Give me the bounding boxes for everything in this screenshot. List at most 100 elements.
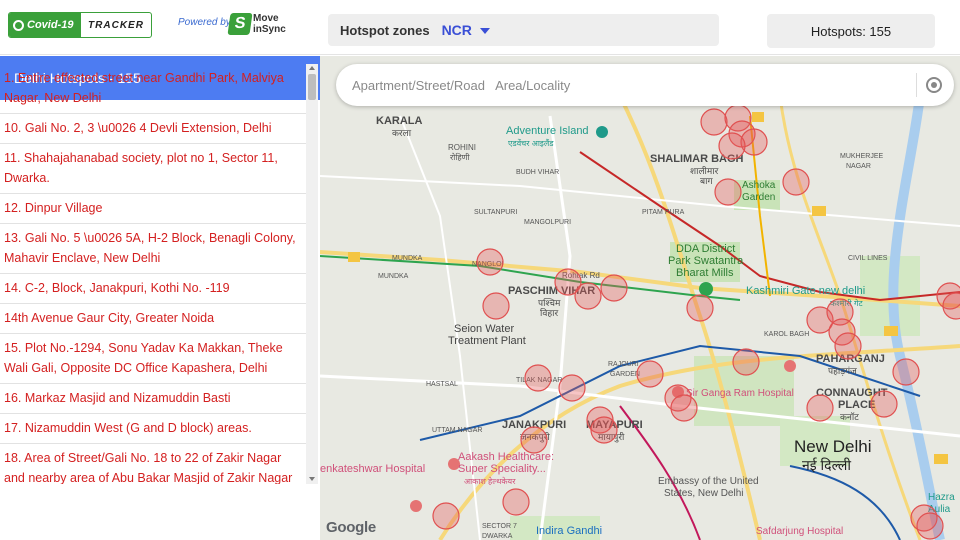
- hotspot-zones-select[interactable]: Hotspot zones NCR: [328, 14, 719, 46]
- highway-44-shield: [884, 326, 898, 336]
- app-window: Covid-19 TRACKER Powered by S Move inSyn…: [0, 0, 960, 540]
- map-place-label: शालीमार: [690, 165, 719, 176]
- map-canvas[interactable]: KARALAकरला Adventure Islandएडवेंचर आइलैंड…: [320, 56, 960, 540]
- hotspot-circle[interactable]: [558, 374, 586, 402]
- hotspot-zones-label: Hotspot zones: [340, 22, 430, 38]
- hotspot-circle[interactable]: [590, 416, 618, 444]
- map-place-label: CIVIL LINES: [848, 255, 888, 262]
- map-place-label: विहार: [540, 307, 558, 318]
- map-place-label: Kashmiri Gate new delhi: [746, 285, 865, 297]
- hotspot-circle[interactable]: [600, 274, 628, 302]
- hotspot-circle[interactable]: [834, 332, 862, 360]
- map-place-label: New Delhi: [794, 437, 871, 456]
- list-scrollbar[interactable]: [306, 64, 318, 484]
- map-place-label: बाग: [700, 176, 713, 186]
- hotspot-list-item[interactable]: 16. Markaz Masjid and Nizamuddin Basti: [0, 384, 306, 414]
- scroll-thumb[interactable]: [308, 74, 316, 100]
- scroll-up-arrow-icon[interactable]: [309, 66, 315, 70]
- map-place-label: HASTSAL: [426, 381, 458, 388]
- map-place-label: Seion Water: [454, 323, 514, 335]
- highway-44-shield: [812, 206, 826, 216]
- highway-9-shield: [348, 252, 360, 262]
- hotspot-circle[interactable]: [476, 248, 504, 276]
- hotspot-circle[interactable]: [520, 426, 548, 454]
- hotspot-circle[interactable]: [686, 294, 714, 322]
- logo-right-text: TRACKER: [88, 19, 144, 31]
- hotspot-list-item[interactable]: 15. Plot No.-1294, Sonu Yadav Ka Makkan,…: [0, 334, 306, 384]
- moveinsync-text: Move inSync: [253, 13, 286, 35]
- map-place-label: पहाड़गंज: [828, 366, 857, 376]
- map-place-label: रोहिणी: [450, 152, 470, 162]
- map-place-label: RAJOURI: [608, 361, 639, 368]
- map-place-label: SECTOR 7: [482, 523, 517, 530]
- caret-down-icon[interactable]: [479, 28, 490, 34]
- brand-line-2: inSync: [253, 24, 286, 35]
- hotspot-circle[interactable]: [574, 282, 602, 310]
- hotspot-circle[interactable]: [916, 512, 944, 540]
- hotspot-circle[interactable]: [806, 394, 834, 422]
- map-place-label: enkateshwar Hospital: [320, 463, 425, 475]
- covid-tracker-logo[interactable]: Covid-19 TRACKER: [8, 12, 152, 38]
- map-poi-pin-icon[interactable]: [784, 360, 796, 372]
- hotspot-circle[interactable]: [718, 132, 746, 160]
- brand-line-1: Move: [253, 13, 279, 24]
- map-place-label: Bharat Mills: [676, 267, 734, 279]
- hotspot-list-item[interactable]: 12. Dinpur Village: [0, 194, 306, 224]
- map-place-label: आकाश हेल्थकेयर: [464, 476, 516, 486]
- hotspot-circle[interactable]: [700, 108, 728, 136]
- hotspot-circle[interactable]: [524, 364, 552, 392]
- hotspot-circle[interactable]: [732, 348, 760, 376]
- hotspot-list-item[interactable]: 14th Avenue Gaur City, Greater Noida: [0, 304, 306, 334]
- hotspot-list-item[interactable]: 14. C-2, Block, Janakpuri, Kothi No. -11…: [0, 274, 306, 304]
- map-place-label: MUNDKA: [392, 255, 423, 262]
- hotspot-circle[interactable]: [636, 360, 664, 388]
- moveinsync-badge-icon: S: [227, 13, 253, 35]
- map-poi-pin-icon[interactable]: [596, 126, 608, 138]
- hotspot-list-item[interactable]: 11. Shahajahanabad society, plot no 1, S…: [0, 144, 306, 194]
- map-road: [320, 175, 960, 227]
- map-road: [538, 115, 572, 540]
- hotspot-circle[interactable]: [782, 168, 810, 196]
- map-place-label: Garden: [742, 192, 775, 203]
- hotspot-circle[interactable]: [670, 394, 698, 422]
- hotspot-circle[interactable]: [432, 502, 460, 530]
- hotspot-zones-value[interactable]: NCR: [442, 22, 472, 38]
- map-place-label: PLACE: [838, 399, 875, 411]
- hotspot-circle[interactable]: [502, 488, 530, 516]
- map-place-label: ROHINI: [448, 143, 476, 152]
- map-place-label: Indira Gandhi: [536, 525, 602, 537]
- hotspot-map[interactable]: KARALA करला Adventure Island एडवेंचर आइलैंड…: [320, 56, 960, 540]
- moveinsync-logo[interactable]: S Move inSync: [227, 13, 286, 35]
- map-place-label: पश्चिम: [538, 297, 561, 308]
- hotspot-circle[interactable]: [892, 358, 920, 386]
- virus-icon: [13, 19, 24, 31]
- location-search-bar[interactable]: [336, 64, 954, 106]
- highway-9-shield: [752, 112, 764, 122]
- scroll-down-arrow-icon[interactable]: [309, 477, 315, 481]
- hotspot-list-item[interactable]: 13. Gali No. 5 \u0026 5A, H-2 Block, Ben…: [0, 224, 306, 274]
- map-place-label: कनॉट: [840, 412, 859, 422]
- logo-left: Covid-19: [9, 13, 81, 37]
- hotspot-list-item[interactable]: 18. Area of Street/Gali No. 18 to 22 of …: [0, 444, 306, 484]
- hotspot-list-item[interactable]: 1. Entire effected street near Gandhi Pa…: [0, 64, 306, 114]
- hotspot-list-container[interactable]: 1. Entire effected street near Gandhi Pa…: [0, 64, 320, 484]
- map-place-label: GARDEN: [610, 371, 640, 378]
- map-poi-pin-icon[interactable]: [410, 500, 422, 512]
- map-place-label: Hazra: [928, 492, 955, 503]
- my-location-icon[interactable]: [926, 77, 942, 93]
- logo-left-text: Covid-19: [27, 19, 74, 31]
- location-search-input[interactable]: [352, 77, 912, 93]
- hotspot-circle[interactable]: [714, 178, 742, 206]
- hotspot-list-item[interactable]: 17. Nizamuddin West (G and D block) area…: [0, 414, 306, 444]
- map-place-label: DDA District: [676, 243, 735, 255]
- map-place-label: MANGOLPURI: [524, 219, 571, 226]
- map-place-label: UTTAM NAGAR: [432, 427, 482, 434]
- hotspots-count-badge: Hotspots: 155: [767, 14, 935, 48]
- map-place-label: नई दिल्ली: [802, 457, 851, 473]
- hotspot-list-item[interactable]: 10. Gali No. 2, 3 \u0026 4 Devli Extensi…: [0, 114, 306, 144]
- hotspot-circle[interactable]: [482, 292, 510, 320]
- map-place-label: KARALA: [376, 115, 422, 127]
- map-poi-pin-icon[interactable]: [699, 282, 713, 296]
- map-place-label: Adventure Island: [506, 125, 589, 137]
- hotspot-circle[interactable]: [870, 390, 898, 418]
